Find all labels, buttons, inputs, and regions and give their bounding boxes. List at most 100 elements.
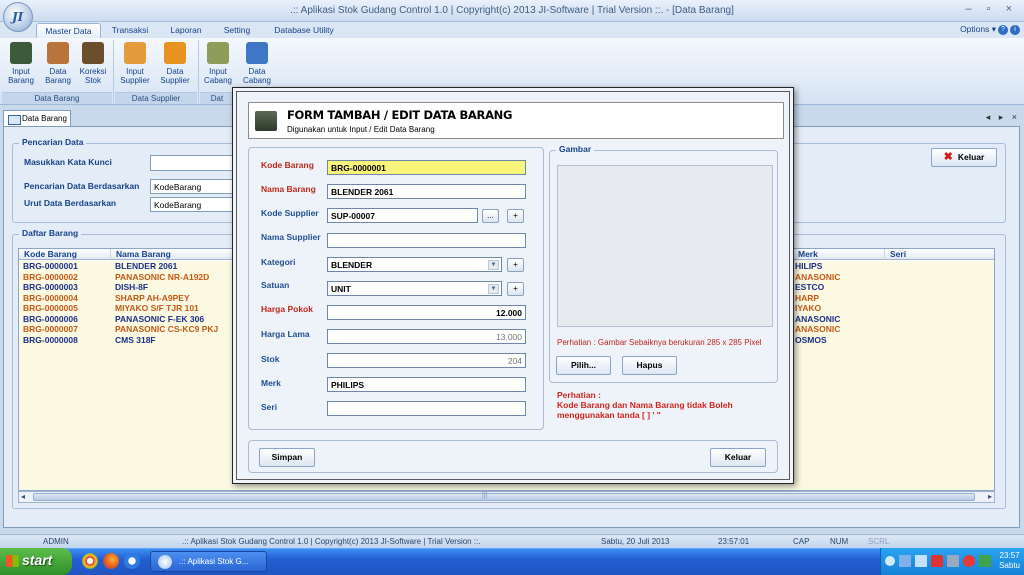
merk-label: Merk bbox=[261, 378, 281, 388]
help-icon[interactable]: ? bbox=[998, 24, 1008, 35]
data-cabang-button[interactable]: Data Cabang bbox=[240, 40, 274, 90]
group-data-supplier: Data Supplier bbox=[115, 92, 197, 104]
scrollbar-thumb[interactable]: ||| bbox=[33, 492, 975, 501]
urut-berdasarkan-label: Urut Data Berdasarkan bbox=[24, 198, 117, 208]
nama-barang-input[interactable]: BLENDER 2061 bbox=[327, 184, 526, 199]
cell-merk: ESTCO bbox=[795, 282, 825, 292]
app-menu-orb[interactable]: JI bbox=[3, 2, 33, 32]
satuan-value: UNIT bbox=[331, 284, 351, 294]
chevron-down-icon[interactable]: ▼ bbox=[488, 260, 499, 270]
dialog-title: FORM TAMBAH / EDIT DATA BARANG bbox=[287, 108, 513, 122]
stok-input: 204 bbox=[327, 353, 526, 368]
warning-note: Perhatian : Kode Barang dan Nama Barang … bbox=[557, 390, 733, 420]
add-supplier-button[interactable]: + bbox=[507, 209, 524, 223]
cari-berdasarkan-label: Pencarian Data Berdasarkan bbox=[24, 181, 140, 191]
kategori-label: Kategori bbox=[261, 257, 296, 267]
hapus-gambar-button[interactable]: Hapus bbox=[622, 356, 677, 375]
cell-nama: SHARP AH-A9PEY bbox=[115, 292, 190, 303]
status-num: NUM bbox=[830, 537, 849, 546]
group-data-cabang: Dat bbox=[200, 92, 234, 104]
chevron-down-icon[interactable]: ▼ bbox=[488, 284, 499, 294]
column-header-kode[interactable]: Kode Barang bbox=[19, 249, 111, 260]
firefox-icon[interactable] bbox=[103, 553, 119, 569]
dialog-subtitle: Digunakan untuk Input / Edit Data Barang bbox=[287, 125, 435, 134]
tab-setting[interactable]: Setting bbox=[214, 23, 260, 38]
chrome-icon[interactable] bbox=[82, 553, 98, 569]
browse-supplier-button[interactable]: ... bbox=[482, 209, 499, 223]
simpan-button[interactable]: Simpan bbox=[259, 448, 315, 467]
cell-nama: MIYAKO S/F TJR 101 bbox=[115, 303, 199, 313]
column-header-merk[interactable]: Merk bbox=[793, 249, 885, 260]
cell-nama: PANASONIC CS-KC9 PKJ bbox=[115, 324, 219, 334]
cell-merk: ANASONIC bbox=[795, 324, 841, 334]
tab-laporan[interactable]: Laporan bbox=[160, 23, 212, 38]
ie-icon[interactable] bbox=[124, 553, 140, 569]
status-cap: CAP bbox=[793, 537, 810, 546]
input-supplier-button[interactable]: Input Supplier bbox=[118, 40, 152, 90]
options-menu[interactable]: Options ▾? i bbox=[960, 24, 1020, 35]
alert-icon[interactable] bbox=[963, 555, 975, 567]
antivirus-icon[interactable] bbox=[931, 555, 943, 567]
pilih-gambar-button[interactable]: Pilih... bbox=[556, 356, 611, 375]
data-supplier-button[interactable]: Data Supplier bbox=[158, 40, 192, 90]
merk-input[interactable]: PHILIPS bbox=[327, 377, 526, 392]
scroll-right-icon[interactable]: ▸ bbox=[988, 492, 992, 501]
kode-supplier-input[interactable]: SUP-00007 bbox=[327, 208, 478, 223]
stok-label: Stok bbox=[261, 354, 280, 364]
start-button[interactable]: start bbox=[0, 548, 72, 575]
tab-database-utility[interactable]: Database Utility bbox=[266, 23, 342, 38]
data-barang-fields-group: Kode Barang BRG-0000001 Nama Barang BLEN… bbox=[248, 147, 544, 430]
satuan-select[interactable]: UNIT ▼ bbox=[327, 281, 502, 296]
add-satuan-button[interactable]: + bbox=[507, 282, 524, 296]
cell-kode: BRG-0000007 bbox=[23, 324, 78, 334]
monitor-icon[interactable] bbox=[915, 555, 927, 567]
kode-barang-input[interactable]: BRG-0000001 bbox=[327, 160, 526, 175]
window-controls[interactable]: – ▫ × bbox=[965, 3, 1018, 15]
nama-supplier-label: Nama Supplier bbox=[261, 232, 321, 242]
koreksi-stok-icon bbox=[82, 42, 104, 64]
status-time: 23:57:01 bbox=[718, 537, 750, 546]
data-cabang-icon bbox=[246, 42, 268, 64]
daftar-barang-title: Daftar Barang bbox=[19, 228, 82, 238]
input-cabang-button[interactable]: Input Cabang bbox=[201, 40, 235, 90]
clock-day: Sabtu bbox=[999, 561, 1020, 570]
horizontal-scrollbar[interactable]: ◂ ||| ▸ bbox=[18, 491, 995, 503]
document-tab-controls[interactable]: ◂ ▸ × bbox=[986, 112, 1020, 123]
cell-kode: BRG-0000004 bbox=[23, 292, 78, 303]
status-scrl: SCRL bbox=[868, 537, 890, 546]
koreksi-stok-button[interactable]: Koreksi Stok bbox=[76, 40, 110, 90]
gambar-title: Gambar bbox=[556, 144, 595, 154]
app-tray-icon[interactable] bbox=[979, 555, 991, 567]
add-kategori-button[interactable]: + bbox=[507, 258, 524, 272]
volume-icon[interactable] bbox=[947, 555, 959, 567]
kata-kunci-label: Masukkan Kata Kunci bbox=[24, 157, 112, 167]
kategori-select[interactable]: BLENDER ▼ bbox=[327, 257, 502, 272]
seri-input[interactable] bbox=[327, 401, 526, 416]
scroll-left-icon[interactable]: ◂ bbox=[21, 492, 25, 501]
data-barang-button[interactable]: Data Barang bbox=[41, 40, 75, 90]
clock[interactable]: 23:57 Sabtu bbox=[999, 551, 1020, 571]
cell-kode: BRG-0000003 bbox=[23, 282, 78, 292]
tray-expand-icon[interactable] bbox=[885, 556, 895, 566]
dialog-body: FORM TAMBAH / EDIT DATA BARANG Digunakan… bbox=[236, 91, 790, 480]
harga-lama-label: Harga Lama bbox=[261, 329, 310, 339]
info-icon[interactable]: i bbox=[1010, 24, 1020, 35]
keluar-button[interactable]: ✖ Keluar bbox=[931, 148, 997, 167]
tab-data-barang[interactable]: Data Barang bbox=[3, 110, 71, 127]
data-barang-label: Data Barang bbox=[45, 67, 71, 85]
taskbar-app-button[interactable]: .:: Aplikasi Stok G... bbox=[150, 551, 267, 572]
cell-nama: CMS 318F bbox=[115, 334, 156, 345]
kategori-value: BLENDER bbox=[331, 260, 373, 270]
group-data-barang: Data Barang bbox=[2, 92, 112, 104]
tab-transaksi[interactable]: Transaksi bbox=[104, 23, 156, 38]
dialog-actions-group: Simpan Keluar bbox=[248, 440, 778, 473]
dialog-keluar-button[interactable]: Keluar bbox=[710, 448, 766, 467]
column-header-seri[interactable]: Seri bbox=[885, 249, 994, 260]
input-barang-button[interactable]: Input Barang bbox=[4, 40, 38, 90]
harga-pokok-input[interactable]: 12.000 bbox=[327, 305, 526, 320]
cell-kode: BRG-0000005 bbox=[23, 303, 78, 313]
network-icon[interactable] bbox=[899, 555, 911, 567]
tab-master-data[interactable]: Master Data bbox=[36, 23, 101, 38]
cell-nama: PANASONIC F-EK 306 bbox=[115, 313, 205, 324]
nama-supplier-input[interactable] bbox=[327, 233, 526, 248]
